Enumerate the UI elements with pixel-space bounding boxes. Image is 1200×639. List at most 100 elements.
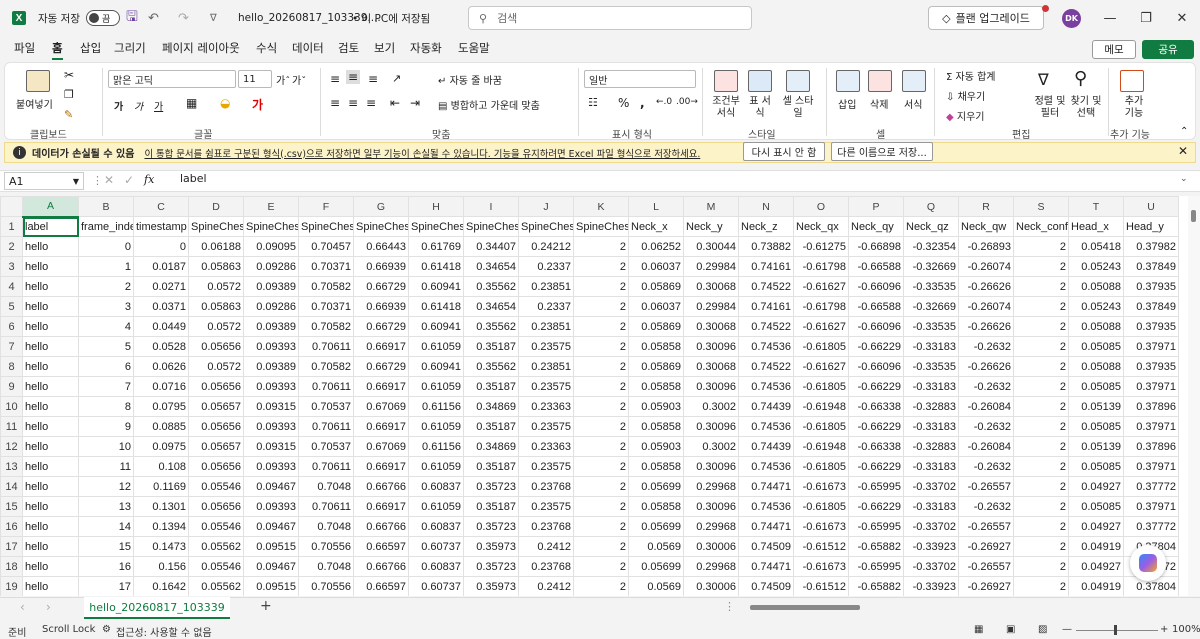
cell-styles-icon[interactable] — [786, 70, 810, 92]
normal-view-icon[interactable]: ▦ — [974, 624, 983, 635]
align-middle-icon[interactable]: ≡ — [346, 70, 361, 84]
cell[interactable]: 0.05243 — [1068, 256, 1124, 277]
cell[interactable]: -0.65882 — [848, 576, 904, 596]
comma-icon[interactable]: , — [640, 96, 645, 110]
cell[interactable]: 2 — [573, 536, 629, 557]
cell[interactable]: 2 — [573, 416, 629, 437]
cell[interactable]: 0.61059 — [408, 376, 464, 397]
row-header[interactable]: 14 — [0, 476, 23, 497]
add-ins-icon[interactable] — [1120, 70, 1144, 92]
cell[interactable]: 0.04927 — [1068, 476, 1124, 497]
cell[interactable]: SpineChes — [243, 216, 299, 237]
zoom-level[interactable]: 100% — [1172, 624, 1200, 635]
cell[interactable]: 0.35187 — [463, 416, 519, 437]
column-header[interactable]: B — [78, 196, 134, 217]
avatar[interactable]: DK — [1062, 9, 1081, 28]
format-table-button[interactable]: 표 서식 — [746, 96, 774, 120]
cell[interactable]: 0.2412 — [518, 576, 574, 596]
find-icon[interactable]: ⚲ — [1074, 68, 1087, 89]
cell[interactable]: 0.09286 — [243, 256, 299, 277]
orientation-icon[interactable]: ↗ — [392, 72, 401, 85]
cell[interactable]: 2 — [573, 456, 629, 477]
cell[interactable]: -0.61948 — [793, 396, 849, 417]
cell[interactable]: 0.23768 — [518, 516, 574, 537]
cell[interactable]: -0.33702 — [903, 476, 959, 497]
close-warning-icon[interactable]: ✕ — [1178, 144, 1188, 158]
cell[interactable]: -0.33535 — [903, 356, 959, 377]
cell[interactable]: 0.0528 — [133, 336, 189, 357]
cell[interactable]: 0.35973 — [463, 536, 519, 557]
format-cells-button[interactable]: 서식 — [904, 96, 922, 111]
cell[interactable]: 0.37971 — [1123, 456, 1179, 477]
cell[interactable]: 0.05085 — [1068, 456, 1124, 477]
number-format-select[interactable]: 일반 — [584, 70, 696, 88]
row-header[interactable]: 11 — [0, 416, 23, 437]
cell[interactable]: -0.2632 — [958, 336, 1014, 357]
cell[interactable]: -0.26626 — [958, 276, 1014, 297]
cell[interactable]: -0.33923 — [903, 576, 959, 596]
tab-page-layout[interactable]: 페이지 레이아웃 — [162, 40, 240, 60]
expand-formula-icon[interactable]: ⌄ — [1180, 174, 1188, 184]
cell[interactable]: 0.61156 — [408, 396, 464, 417]
cell[interactable]: 0.06188 — [188, 236, 244, 257]
cell[interactable]: 0.66917 — [353, 416, 409, 437]
select-all-corner[interactable] — [0, 196, 23, 217]
cell[interactable]: 17 — [78, 576, 134, 596]
cell[interactable]: -0.61798 — [793, 256, 849, 277]
cell[interactable]: 0.37935 — [1123, 276, 1179, 297]
cell[interactable]: 0.70611 — [298, 456, 354, 477]
cell[interactable]: hello — [22, 576, 79, 596]
cell[interactable]: 0.74536 — [738, 416, 794, 437]
cell[interactable]: -0.26084 — [958, 436, 1014, 457]
cell[interactable]: 0.09393 — [243, 496, 299, 517]
tab-data[interactable]: 데이터 — [292, 40, 324, 60]
status-accessibility[interactable]: 접근성: 사용할 수 없음 — [116, 624, 212, 639]
cell[interactable]: 0.74509 — [738, 576, 794, 596]
cell[interactable]: Neck_qx — [793, 216, 849, 237]
cell[interactable]: -0.61805 — [793, 416, 849, 437]
cell[interactable]: 0.60941 — [408, 356, 464, 377]
cell[interactable]: 0.35562 — [463, 316, 519, 337]
cell[interactable]: 3 — [78, 296, 134, 317]
column-header[interactable]: M — [683, 196, 739, 217]
cell[interactable]: 0.05657 — [188, 396, 244, 417]
column-header[interactable]: T — [1068, 196, 1124, 217]
cell[interactable]: 0.05243 — [1068, 296, 1124, 317]
cell[interactable]: -0.2632 — [958, 496, 1014, 517]
cell[interactable]: 0.37772 — [1123, 516, 1179, 537]
zoom-in-icon[interactable]: + — [1160, 624, 1168, 635]
cell[interactable]: 0.66917 — [353, 336, 409, 357]
cell[interactable]: 0.70556 — [298, 576, 354, 596]
sort-filter-icon[interactable]: ∇ — [1038, 70, 1049, 89]
cell[interactable]: 2 — [1013, 436, 1069, 457]
cell[interactable]: Head_y — [1123, 216, 1179, 237]
cell[interactable]: 0.2337 — [518, 256, 574, 277]
cell[interactable]: 0.30006 — [683, 536, 739, 557]
copilot-button[interactable] — [1130, 545, 1166, 581]
cell[interactable]: 0.61059 — [408, 336, 464, 357]
cell[interactable]: 0.05139 — [1068, 436, 1124, 457]
cell[interactable]: 0.04919 — [1068, 536, 1124, 557]
cell[interactable]: 0.66917 — [353, 456, 409, 477]
align-bottom-icon[interactable]: ≡ — [368, 72, 378, 86]
cell[interactable]: 2 — [573, 576, 629, 596]
tab-view[interactable]: 보기 — [374, 40, 395, 60]
cell[interactable]: -0.33183 — [903, 496, 959, 517]
cell-styles-button[interactable]: 셀 스타일 — [780, 96, 816, 120]
cell[interactable]: 0.30044 — [683, 236, 739, 257]
cell[interactable]: 0.35187 — [463, 336, 519, 357]
cell[interactable]: -0.66229 — [848, 336, 904, 357]
cell[interactable]: 0.05903 — [628, 436, 684, 457]
cell[interactable]: 2 — [573, 376, 629, 397]
cell[interactable]: 0.30068 — [683, 356, 739, 377]
font-name-select[interactable]: 맑은 고딕 — [108, 70, 236, 88]
cell[interactable]: 0.66917 — [353, 376, 409, 397]
tab-draw[interactable]: 그리기 — [114, 40, 146, 60]
cell[interactable]: 0.61418 — [408, 256, 464, 277]
cell[interactable]: 0.74536 — [738, 456, 794, 477]
row-header[interactable]: 5 — [0, 296, 23, 317]
column-header[interactable]: L — [628, 196, 684, 217]
cell[interactable]: 0.23768 — [518, 556, 574, 577]
cell[interactable]: 0.0572 — [188, 356, 244, 377]
cell[interactable]: Neck_qw — [958, 216, 1014, 237]
